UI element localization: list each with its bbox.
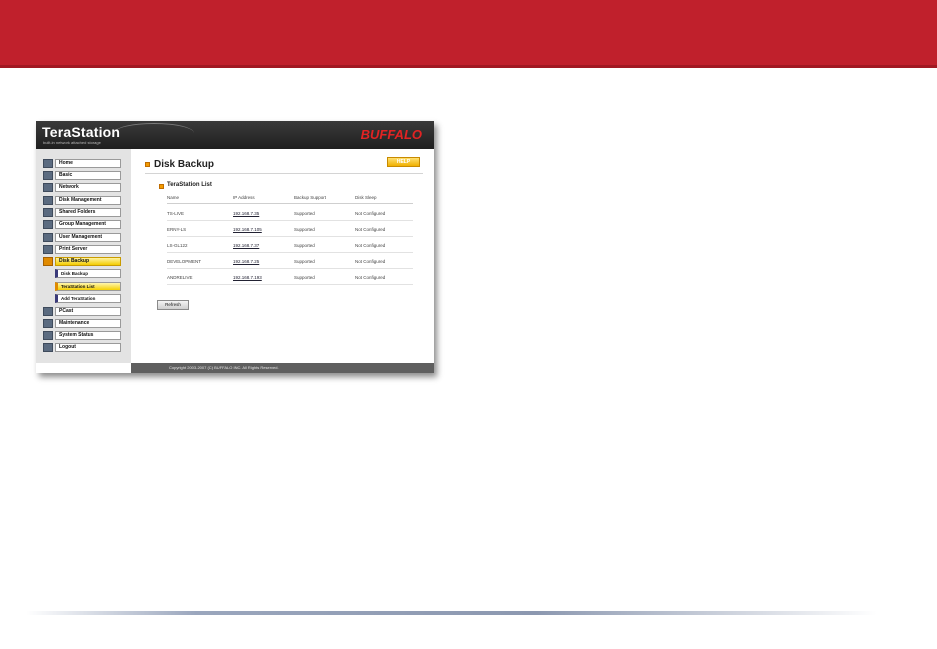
row-name: TS-LIVE bbox=[167, 211, 185, 216]
row-name: ERNY-LS bbox=[167, 227, 187, 232]
row-backup-support: Supported bbox=[294, 227, 315, 232]
row-divider bbox=[167, 220, 413, 221]
terastation-window: TeraStation built-in network attached st… bbox=[36, 121, 434, 373]
buffalo-logo: BUFFALO bbox=[360, 127, 422, 142]
row-divider bbox=[167, 284, 413, 285]
title-divider bbox=[145, 173, 423, 174]
sidebar-item-label: User Management bbox=[55, 233, 121, 242]
row-backup-support: Supported bbox=[294, 243, 315, 248]
row-ip-link[interactable]: 192.168.7.25 bbox=[233, 259, 259, 264]
swoosh-decoration bbox=[114, 123, 194, 143]
column-header-ip: IP Address bbox=[233, 195, 255, 200]
row-backup-support: Supported bbox=[294, 275, 315, 280]
sidebar-item-maintenance[interactable]: Maintenance bbox=[43, 319, 121, 328]
row-disk-sleep: Not Configured bbox=[355, 211, 386, 216]
sidebar-item-group-management[interactable]: Group Management bbox=[43, 220, 121, 229]
row-disk-sleep: Not Configured bbox=[355, 275, 386, 280]
sidebar-item-label: Disk Management bbox=[55, 196, 121, 205]
row-divider bbox=[167, 236, 413, 237]
row-divider bbox=[167, 252, 413, 253]
sidebar-item-label: Print Server bbox=[55, 245, 121, 254]
sidebar-item-print-server[interactable]: Print Server bbox=[43, 245, 121, 254]
title-bullet-icon bbox=[145, 162, 150, 167]
row-ip-link[interactable]: 192.168.7.193 bbox=[233, 275, 262, 280]
top-banner bbox=[0, 0, 937, 68]
row-divider bbox=[167, 268, 413, 269]
sidebar-item-label: Maintenance bbox=[55, 319, 121, 328]
logout-icon bbox=[43, 343, 53, 352]
subnav-item-disk-backup[interactable]: Disk Backup bbox=[55, 269, 121, 278]
help-button[interactable]: HELP bbox=[387, 157, 420, 167]
home-icon bbox=[43, 159, 53, 168]
sidebar-item-shared-folders[interactable]: Shared Folders bbox=[43, 208, 121, 217]
section-bullet-icon bbox=[159, 184, 164, 189]
row-ip-link[interactable]: 192.168.7.35 bbox=[233, 211, 259, 216]
row-backup-support: Supported bbox=[294, 259, 315, 264]
sidebar-item-home[interactable]: Home bbox=[43, 159, 121, 168]
sidebar-item-label: Group Management bbox=[55, 220, 121, 229]
brand-subtitle: built-in network attached storage bbox=[43, 140, 101, 145]
maintenance-icon bbox=[43, 319, 53, 328]
page-title: Disk Backup bbox=[154, 159, 215, 170]
sidebar-item-label: Home bbox=[55, 159, 121, 168]
network-icon bbox=[43, 183, 53, 192]
row-name: DEVELOPMENT bbox=[167, 259, 202, 264]
sidebar-item-logout[interactable]: Logout bbox=[43, 343, 121, 352]
sidebar-item-basic[interactable]: Basic bbox=[43, 171, 121, 180]
row-ip-link[interactable]: 192.168.7.37 bbox=[233, 243, 259, 248]
row-name: ANDRELIVE bbox=[167, 275, 193, 280]
pcast-icon bbox=[43, 307, 53, 316]
row-disk-sleep: Not Configured bbox=[355, 227, 386, 232]
slide-page: TeraStation built-in network attached st… bbox=[0, 0, 937, 649]
sidebar-item-label: System Status bbox=[55, 331, 121, 340]
sidebar-item-label: Shared Folders bbox=[55, 208, 121, 217]
printer-icon bbox=[43, 245, 53, 254]
row-disk-sleep: Not Configured bbox=[355, 243, 386, 248]
row-backup-support: Supported bbox=[294, 211, 315, 216]
basic-icon bbox=[43, 171, 53, 180]
status-icon bbox=[43, 331, 53, 340]
copyright-footer: Copyright 2003-2007 (C) BUFFALO INC. All… bbox=[131, 363, 434, 373]
column-header-backup: Backup Support bbox=[294, 195, 327, 200]
sidebar: Home Basic Network Disk Management Share… bbox=[36, 149, 131, 363]
subnav-item-add-terastation[interactable]: Add TeraStation bbox=[55, 294, 121, 303]
sidebar-item-network[interactable]: Network bbox=[43, 183, 121, 192]
row-name: LS-GL122 bbox=[167, 243, 188, 248]
subnav-item-terastation-list[interactable]: TeraStation List bbox=[55, 282, 121, 291]
column-header-name: Name bbox=[167, 195, 180, 200]
sidebar-item-label: Disk Backup bbox=[55, 257, 121, 266]
app-header: TeraStation built-in network attached st… bbox=[36, 121, 434, 149]
sidebar-item-label: Basic bbox=[55, 171, 121, 180]
group-icon bbox=[43, 220, 53, 229]
brand-title: TeraStation bbox=[42, 124, 121, 140]
row-disk-sleep: Not Configured bbox=[355, 259, 386, 264]
backup-icon bbox=[43, 257, 53, 266]
sidebar-item-disk-management[interactable]: Disk Management bbox=[43, 196, 121, 205]
row-ip-link[interactable]: 192.168.7.105 bbox=[233, 227, 262, 232]
table-header-divider bbox=[167, 203, 413, 204]
sidebar-item-user-management[interactable]: User Management bbox=[43, 233, 121, 242]
main-content: Disk Backup HELP TeraStation List Name I… bbox=[131, 149, 434, 363]
folder-icon bbox=[43, 208, 53, 217]
column-header-sleep: Disk Sleep bbox=[355, 195, 377, 200]
refresh-button[interactable]: Refresh bbox=[157, 300, 189, 310]
sidebar-item-system-status[interactable]: System Status bbox=[43, 331, 121, 340]
section-title: TeraStation List bbox=[167, 182, 212, 188]
sidebar-item-label: Network bbox=[55, 183, 121, 192]
sidebar-item-disk-backup[interactable]: Disk Backup bbox=[43, 257, 121, 266]
user-icon bbox=[43, 233, 53, 242]
bottom-divider bbox=[26, 611, 877, 615]
disk-icon bbox=[43, 196, 53, 205]
sidebar-item-label: Logout bbox=[55, 343, 121, 352]
sidebar-item-pcast[interactable]: PCast bbox=[43, 307, 121, 316]
sidebar-item-label: PCast bbox=[55, 307, 121, 316]
